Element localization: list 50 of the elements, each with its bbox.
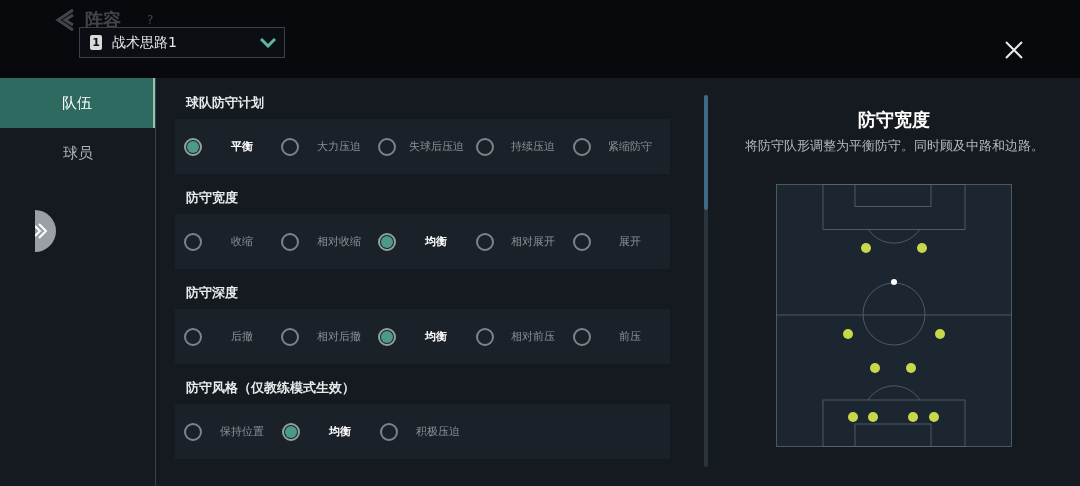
option-label: 紧缩防守 (607, 139, 654, 154)
radio-button[interactable] (281, 232, 300, 251)
close-icon[interactable] (1004, 40, 1024, 60)
radio-button[interactable] (281, 137, 300, 156)
chevron-down-icon (260, 37, 276, 48)
option-label: 积极压迫 (415, 424, 461, 439)
option-label: 前压 (618, 329, 643, 344)
tactic-dropdown[interactable]: 1 战术思路1 (79, 27, 285, 58)
expand-arrow-button[interactable] (35, 210, 57, 252)
section-title: 防守宽度 (186, 189, 239, 206)
option-label: 相对前压 (510, 329, 557, 344)
radio-button[interactable] (572, 137, 591, 156)
option-label: 相对收缩 (315, 234, 362, 249)
radio-button[interactable] (475, 232, 494, 251)
radio-button[interactable] (378, 327, 397, 346)
radio-button[interactable] (184, 327, 202, 346)
radio-button[interactable] (184, 232, 202, 251)
option-label: 后撤 (229, 329, 254, 344)
radio-button[interactable] (378, 137, 397, 156)
radio-button[interactable] (184, 137, 202, 156)
section-title: 防守风格（仅教练模式生效） (186, 379, 356, 396)
scrollbar[interactable] (704, 95, 708, 467)
radio-button[interactable] (282, 422, 300, 441)
sidebar-tab[interactable]: 球员 (0, 128, 155, 178)
option-label: 失球后压迫 (407, 139, 465, 154)
detail-description: 将防守队形调整为平衡防守。同时顾及中路和边路。 (744, 137, 1044, 155)
option-label: 保持位置 (219, 424, 265, 439)
option-label: 展开 (618, 234, 643, 249)
section-title: 球队防守计划 (186, 94, 265, 111)
option-label: 收缩 (229, 234, 254, 249)
option-label: 相对后撤 (315, 329, 362, 344)
radio-button[interactable] (281, 327, 300, 346)
option-label: 大力压迫 (315, 139, 362, 154)
option-label: 持续压迫 (510, 139, 557, 154)
radio-button[interactable] (475, 327, 494, 346)
option-label: 均衡 (424, 329, 448, 344)
tactic-number-badge: 1 (90, 35, 102, 50)
radio-button[interactable] (378, 232, 397, 251)
option-label: 均衡 (424, 234, 448, 249)
radio-button[interactable] (380, 422, 398, 441)
radio-button[interactable] (572, 327, 591, 346)
radio-button[interactable] (475, 137, 494, 156)
sidebar-tab[interactable]: 队伍 (0, 78, 155, 128)
option-label: 均衡 (328, 424, 352, 439)
option-label: 平衡 (229, 139, 254, 154)
section-title: 防守深度 (186, 284, 239, 301)
option-label: 相对展开 (510, 234, 557, 249)
radio-button[interactable] (184, 422, 202, 441)
radio-button[interactable] (572, 232, 591, 251)
detail-title: 防守宽度 (858, 108, 930, 132)
